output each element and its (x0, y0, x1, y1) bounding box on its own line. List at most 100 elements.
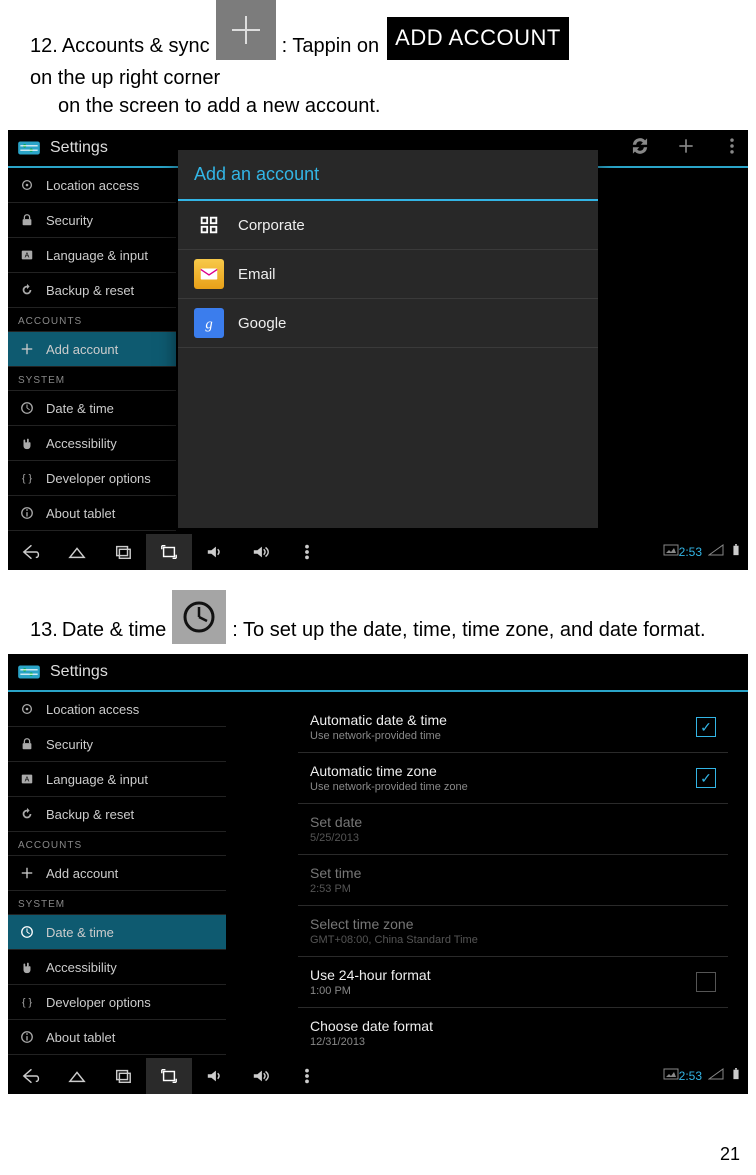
sidebar-item-language[interactable]: ALanguage & input (8, 238, 176, 273)
settings-app-icon (14, 133, 44, 163)
nav-overflow-icon[interactable] (284, 1067, 330, 1085)
sidebar-item-add-account[interactable]: Add account (8, 856, 226, 891)
status-time-2: 2:53 (679, 1069, 702, 1083)
option-set-date: Set date5/25/2013 (298, 804, 728, 855)
action-bar-title: Settings (50, 139, 108, 157)
add-icon[interactable] (676, 136, 696, 161)
svg-text:{ }: { } (22, 997, 32, 1009)
recent-apps-icon[interactable] (100, 543, 146, 561)
sidebar-item-about[interactable]: About tablet (8, 496, 176, 531)
volume-down-icon[interactable] (192, 543, 238, 561)
home-icon[interactable] (54, 543, 100, 561)
screenshot-icon[interactable] (146, 534, 192, 570)
plus-icon (216, 0, 276, 60)
option-auto-date-time[interactable]: Automatic date & timeUse network-provide… (298, 702, 728, 753)
item12-text-d: on the screen to add a new account. (30, 92, 726, 120)
svg-text:{ }: { } (22, 473, 32, 485)
lock-icon (18, 737, 36, 751)
sidebar-header-system: SYSTEM (8, 891, 226, 915)
recent-apps-icon[interactable] (100, 1067, 146, 1085)
sidebar-item-date-time[interactable]: Date & time (8, 391, 176, 426)
signal-icon (708, 543, 724, 561)
item12-text-c: on the up right corner (30, 64, 220, 92)
sidebar-item-language[interactable]: ALanguage & input (8, 762, 226, 797)
page-number: 21 (0, 1104, 756, 1175)
sync-icon[interactable] (630, 136, 650, 161)
signal-icon (708, 1067, 724, 1085)
status-time: 2:53 (679, 545, 702, 559)
option-choose-date-format[interactable]: Choose date format12/31/2013 (298, 1008, 728, 1059)
clock-icon (18, 925, 36, 939)
item12-text-a: Accounts & sync (62, 32, 210, 60)
volume-up-icon[interactable] (238, 543, 284, 561)
sidebar-item-about[interactable]: About tablet (8, 1020, 226, 1055)
screenshot-icon[interactable] (146, 1058, 192, 1094)
volume-down-icon[interactable] (192, 1067, 238, 1085)
dialog-title: Add an account (178, 150, 598, 201)
system-nav-bar-2: 2:53 (8, 1058, 748, 1094)
svg-text:A: A (25, 777, 30, 784)
checkbox-auto-dt[interactable] (696, 717, 716, 737)
sidebar-item-developer[interactable]: { }Developer options (8, 985, 226, 1020)
sidebar-item-add-account[interactable]: Add account (8, 332, 176, 367)
nav-overflow-icon[interactable] (284, 543, 330, 561)
picture-status-icon (663, 1067, 679, 1085)
sidebar-item-backup[interactable]: Backup & reset (8, 797, 226, 832)
datetime-options: Automatic date & timeUse network-provide… (298, 702, 728, 1059)
language-icon: A (18, 248, 36, 262)
screenshot-add-account: Settings Location access Security ALangu… (8, 130, 748, 570)
clock-icon (18, 401, 36, 415)
sidebar-item-accessibility[interactable]: Accessibility (8, 950, 226, 985)
info-icon (18, 1030, 36, 1044)
location-icon (18, 702, 36, 716)
sidebar-item-accessibility[interactable]: Accessibility (8, 426, 176, 461)
option-auto-time-zone[interactable]: Automatic time zoneUse network-provided … (298, 753, 728, 804)
hand-icon (18, 436, 36, 450)
braces-icon: { } (18, 995, 36, 1009)
backup-icon (18, 283, 36, 297)
svg-text:g: g (205, 317, 212, 333)
action-bar-2: Settings (8, 654, 748, 692)
sidebar-item-backup[interactable]: Backup & reset (8, 273, 176, 308)
plus-small-icon (18, 342, 36, 356)
braces-icon: { } (18, 471, 36, 485)
item12-text-b: : Tappin on (282, 32, 380, 60)
item13-text-b: : To set up the date, time, time zone, a… (232, 616, 705, 644)
backup-icon (18, 807, 36, 821)
email-icon (194, 259, 224, 289)
dialog-option-google[interactable]: g Google (178, 299, 598, 348)
option-use-24-hour[interactable]: Use 24-hour format1:00 PM (298, 957, 728, 1008)
sidebar-header-accounts: ACCOUNTS (8, 308, 176, 332)
clock-inline-icon (172, 590, 226, 644)
picture-status-icon (663, 543, 679, 561)
language-icon: A (18, 772, 36, 786)
settings-app-icon (14, 657, 44, 687)
sidebar-item-security[interactable]: Security (8, 203, 176, 238)
dialog-option-email[interactable]: Email (178, 250, 598, 299)
home-icon[interactable] (54, 1067, 100, 1085)
settings-sidebar-2: Location access Security ALanguage & inp… (8, 692, 226, 1055)
list-number-13: 13. (30, 616, 58, 644)
back-icon[interactable] (8, 543, 54, 561)
sidebar-item-date-time[interactable]: Date & time (8, 915, 226, 950)
list-number-12: 12. (30, 32, 58, 60)
battery-icon (728, 1067, 744, 1085)
lock-icon (18, 213, 36, 227)
back-icon[interactable] (8, 1067, 54, 1085)
sidebar-header-accounts: ACCOUNTS (8, 832, 226, 856)
dialog-option-corporate[interactable]: Corporate (178, 201, 598, 250)
settings-sidebar: Location access Security ALanguage & inp… (8, 168, 176, 531)
add-account-dialog: Add an account Corporate Email g Google (178, 150, 598, 528)
google-icon: g (194, 308, 224, 338)
checkbox-24h[interactable] (696, 972, 716, 992)
option-select-time-zone: Select time zoneGMT+08:00, China Standar… (298, 906, 728, 957)
sidebar-item-location[interactable]: Location access (8, 692, 226, 727)
sidebar-item-location[interactable]: Location access (8, 168, 176, 203)
sidebar-item-developer[interactable]: { }Developer options (8, 461, 176, 496)
sidebar-header-system: SYSTEM (8, 367, 176, 391)
overflow-menu-icon[interactable] (722, 136, 742, 161)
sidebar-item-security[interactable]: Security (8, 727, 226, 762)
volume-up-icon[interactable] (238, 1067, 284, 1085)
system-nav-bar: 2:53 (8, 534, 748, 570)
checkbox-auto-tz[interactable] (696, 768, 716, 788)
